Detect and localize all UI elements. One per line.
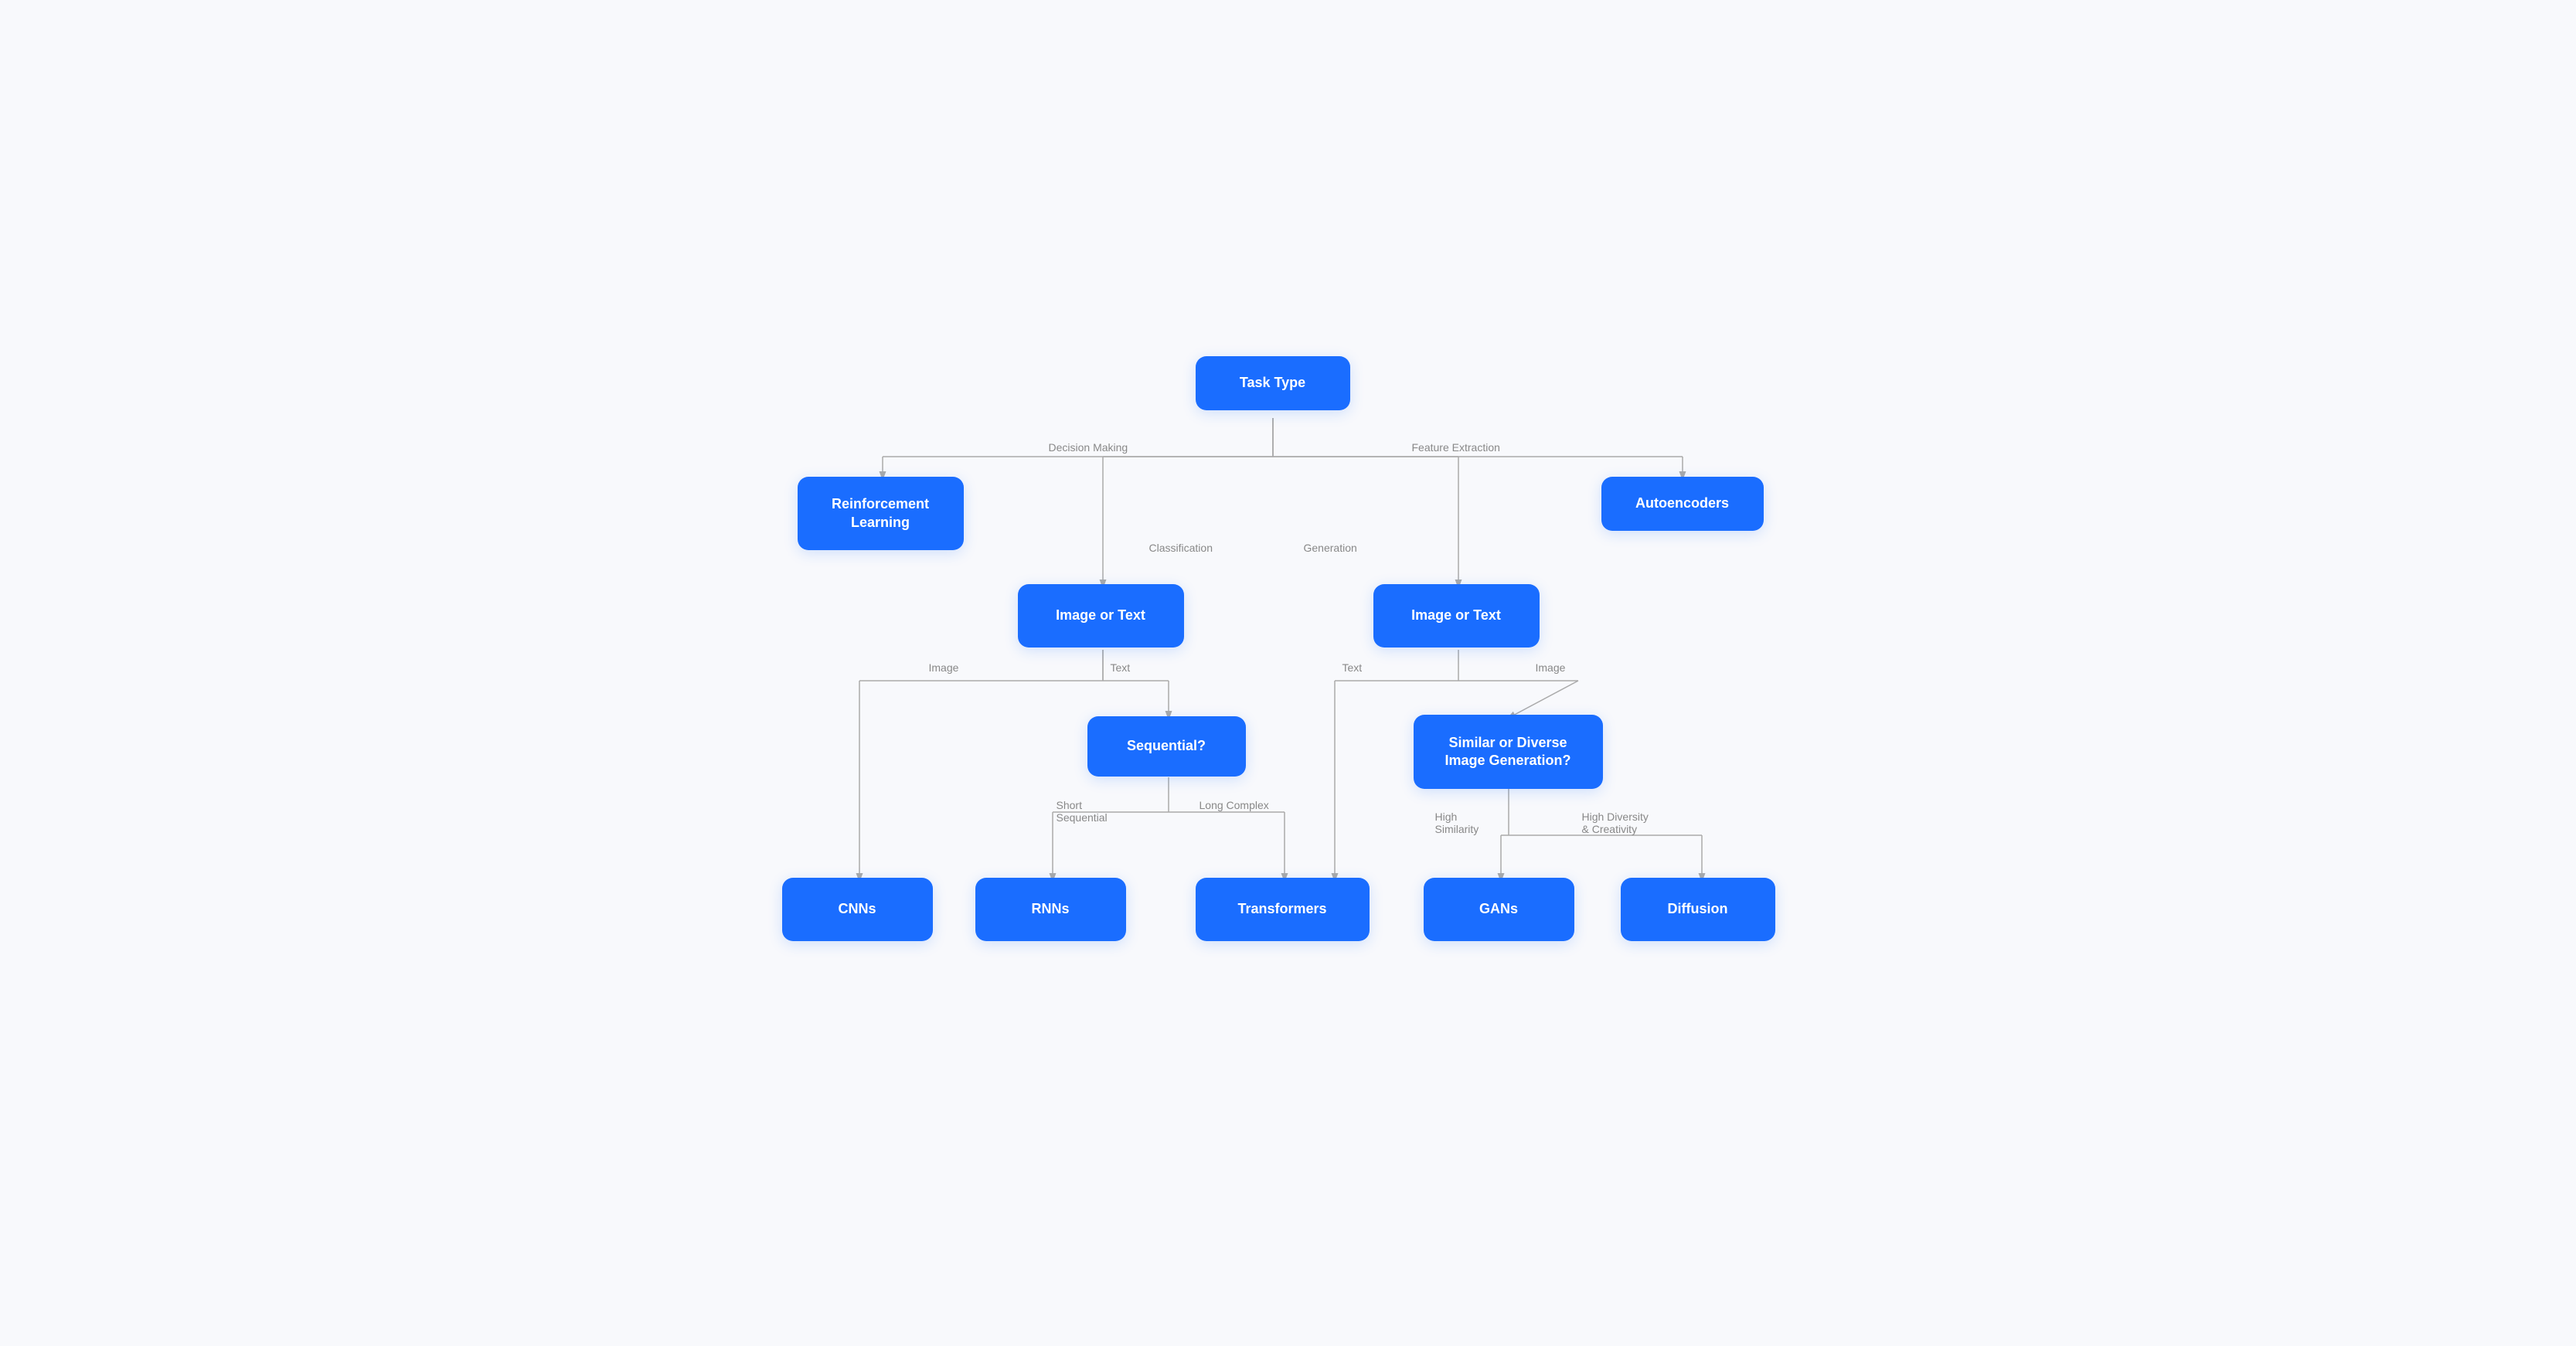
- label-short-sequential: ShortSequential: [1057, 799, 1108, 824]
- label-generation: Generation: [1304, 542, 1357, 554]
- label-classification: Classification: [1149, 542, 1213, 554]
- label-image-right: Image: [1536, 661, 1566, 674]
- node-img-text-class: Image or Text: [1018, 584, 1184, 648]
- node-sequential: Sequential?: [1087, 716, 1246, 777]
- node-gans: GANs: [1424, 878, 1574, 941]
- label-text-right: Text: [1342, 661, 1363, 674]
- node-cnns: CNNs: [782, 878, 933, 941]
- node-sim-div: Similar or DiverseImage Generation?: [1414, 715, 1603, 789]
- node-img-text-gen: Image or Text: [1373, 584, 1540, 648]
- node-diffusion: Diffusion: [1621, 878, 1775, 941]
- node-rnns: RNNs: [975, 878, 1126, 941]
- label-long-complex: Long Complex: [1200, 799, 1269, 811]
- label-decision-making: Decision Making: [1049, 441, 1128, 454]
- label-high-diversity: High Diversity& Creativity: [1582, 811, 1649, 835]
- label-high-similarity: HighSimilarity: [1435, 811, 1479, 835]
- label-feature-extraction: Feature Extraction: [1412, 441, 1500, 454]
- label-text-left: Text: [1111, 661, 1131, 674]
- label-image-left: Image: [929, 661, 959, 674]
- node-task-type: Task Type: [1196, 356, 1350, 410]
- node-transformers: Transformers: [1196, 878, 1370, 941]
- node-autoencoders: Autoencoders: [1601, 477, 1764, 531]
- node-rl: ReinforcementLearning: [798, 477, 964, 550]
- diagram-container: Decision Making Feature Extraction Class…: [747, 341, 1829, 1005]
